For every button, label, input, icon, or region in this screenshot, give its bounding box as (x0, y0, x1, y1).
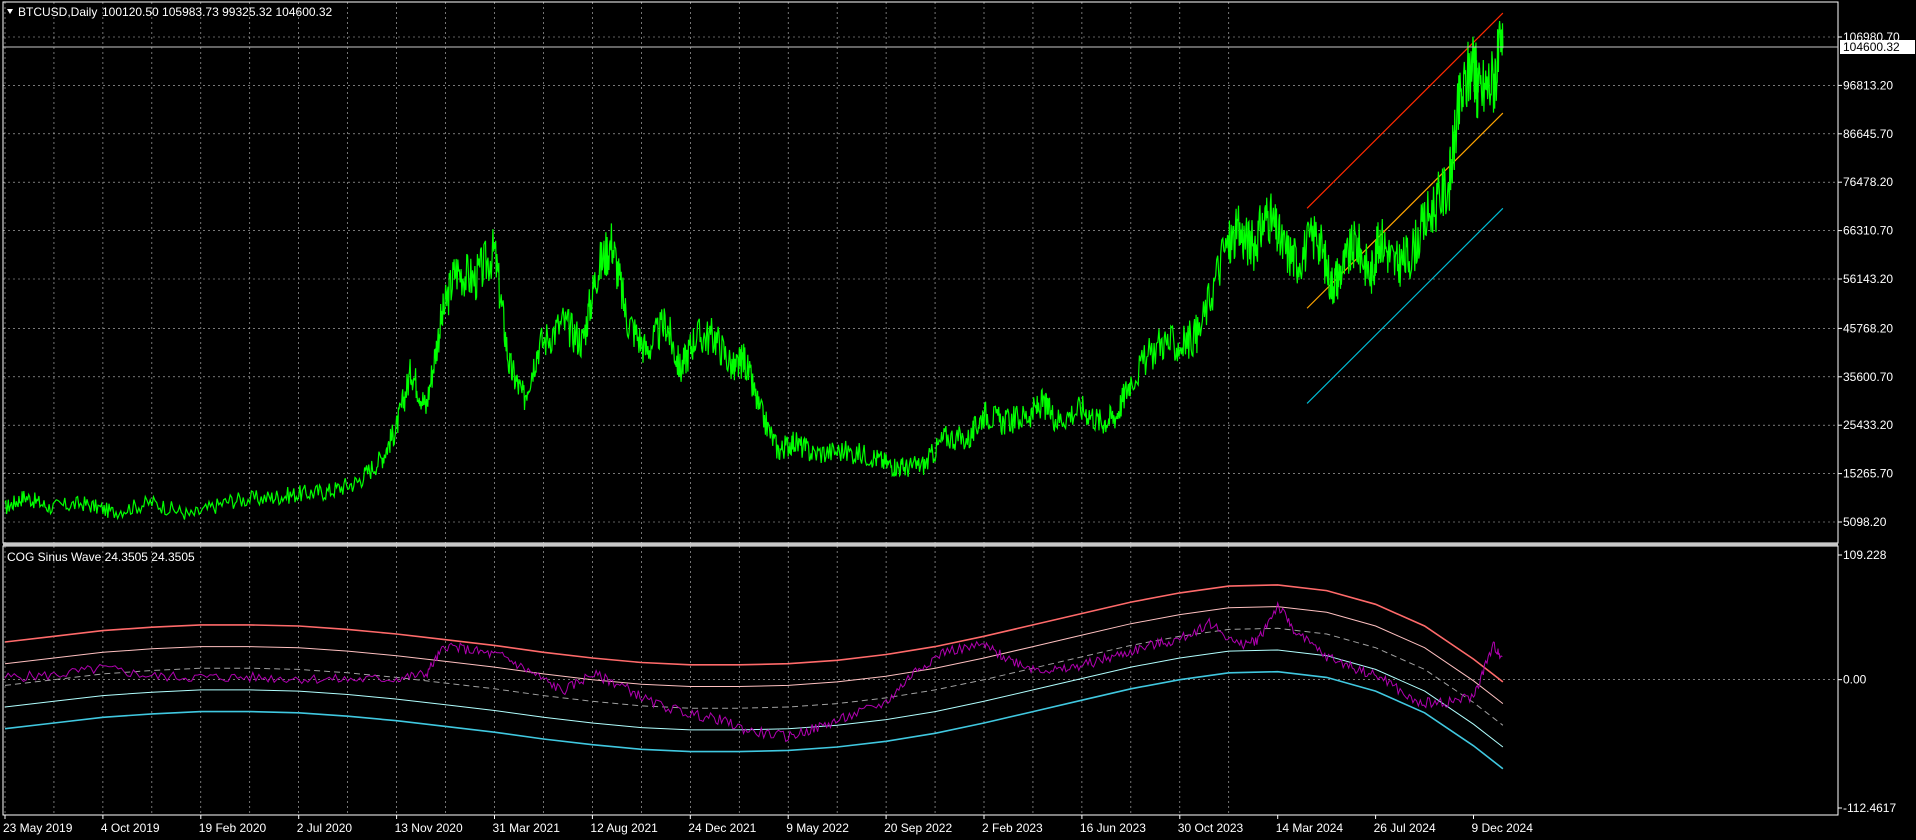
price-panel-frame (2, 1, 1839, 544)
time-axis-label: 9 Dec 2024 (1472, 821, 1534, 835)
price-axis-label: 15265.70 (1843, 467, 1893, 481)
panel-frames (2, 1, 1839, 816)
time-axis-label: 2 Feb 2023 (982, 821, 1043, 835)
indicator-axis[interactable]: 109.228 0.00 -112.4617 (1838, 548, 1896, 815)
band-inner-upper-line (4, 606, 1504, 704)
time-axis-label: 30 Oct 2023 (1178, 821, 1244, 835)
time-axis[interactable]: 23 May 2019 4 Oct 2019 19 Feb 2020 2 Jul 20… (3, 815, 1533, 835)
price-series-line (4, 21, 1504, 521)
cog-band-lines (4, 584, 1504, 770)
time-axis-label: 26 Jul 2024 (1374, 821, 1436, 835)
chart-header: BTCUSD,Daily 100120.50 105983.73 99325.3… (7, 5, 333, 19)
price-axis-label: 5098.20 (1843, 515, 1887, 529)
time-axis-label: 19 Feb 2020 (199, 821, 267, 835)
band-outer-upper-line (4, 584, 1504, 683)
indicator-title: COG Sinus Wave 24.3505 24.3505 (7, 550, 195, 564)
price-axis-label: 25433.20 (1843, 418, 1893, 432)
time-axis-label: 4 Oct 2019 (101, 821, 160, 835)
chart-grid (3, 2, 1838, 815)
indicator-axis-label: -112.4617 (1843, 801, 1896, 815)
price-axis[interactable]: 106980.7096813.2086645.7076478.2066310.7… (1838, 30, 1900, 529)
time-axis-label: 20 Sep 2022 (884, 821, 952, 835)
time-axis-label: 9 May 2022 (786, 821, 849, 835)
time-axis-label: 16 Jun 2023 (1080, 821, 1146, 835)
price-axis-label: 66310.70 (1843, 224, 1893, 238)
collapse-triangle-icon[interactable] (7, 9, 13, 14)
time-axis-label: 12 Aug 2021 (590, 821, 658, 835)
time-axis-label: 14 Mar 2024 (1276, 821, 1344, 835)
indicator-panel-frame (2, 545, 1839, 816)
time-axis-label: 23 May 2019 (3, 821, 73, 835)
price-axis-label: 76478.20 (1843, 175, 1893, 189)
price-axis-label: 45768.20 (1843, 321, 1893, 335)
current-price-tag: 104600.32 (1840, 40, 1915, 54)
price-axis-label: 86645.70 (1843, 127, 1893, 141)
band-center-line (4, 627, 1504, 726)
trend-channel-bottom-line[interactable] (1306, 207, 1504, 404)
panel-separator[interactable] (3, 543, 1838, 546)
trading-chart[interactable]: 106980.7096813.2086645.7076478.2066310.7… (0, 0, 1916, 840)
price-axis-label: 96813.20 (1843, 78, 1893, 92)
ohlc-values: 100120.50 105983.73 99325.32 104600.32 (102, 5, 333, 19)
data-series (4, 21, 1504, 743)
time-axis-label: 24 Dec 2021 (688, 821, 756, 835)
price-axis-label: 35600.70 (1843, 370, 1893, 384)
current-price-tag-label: 104600.32 (1843, 40, 1900, 54)
time-axis-label: 2 Jul 2020 (297, 821, 353, 835)
time-axis-label: 13 Nov 2020 (395, 821, 463, 835)
indicator-axis-label: 0.00 (1843, 673, 1867, 687)
indicator-axis-label: 109.228 (1843, 548, 1887, 562)
price-axis-label: 56143.20 (1843, 272, 1893, 286)
symbol-title: BTCUSD,Daily (18, 5, 97, 19)
time-axis-label: 31 Mar 2021 (493, 821, 561, 835)
